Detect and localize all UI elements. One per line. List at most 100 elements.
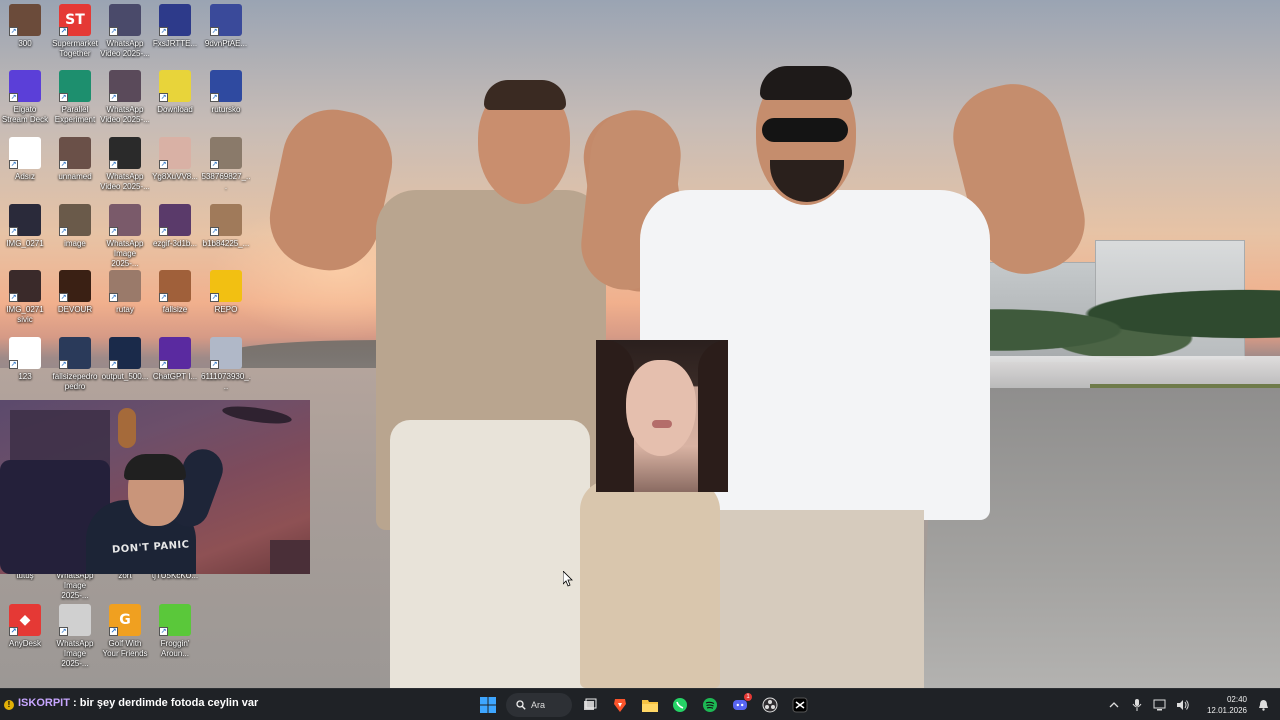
desktop-icon[interactable]: ↗ WhatsApp Video 2025-... [100,4,150,59]
room-light [270,540,310,574]
desktop-icon[interactable]: ↗ Froggin' Aroun... [150,604,200,659]
shortcut-arrow-icon: ↗ [109,93,118,102]
shortcut-arrow-icon: ↗ [9,227,18,236]
desktop-icon[interactable]: ↗ WhatsApp Image 2025-... [100,204,150,269]
desktop-icon[interactable]: ↗ rutay [100,270,150,315]
desktop-icon[interactable]: ◆ ↗ AnyDesk [0,604,50,649]
shortcut-arrow-icon: ↗ [59,93,68,102]
desktop-icon[interactable]: ↗ b1b84225_... [201,204,251,249]
desktop-icon-label: ChatGPT I... [152,372,198,381]
desktop-icon-label: DEVOUR [57,305,93,314]
system-tray: 02:40 12.01.2026 [1107,693,1270,717]
shortcut-arrow-icon: ↗ [109,627,118,636]
spotify-button[interactable] [698,693,722,717]
file-thumbnail-icon: ↗ [59,137,91,169]
capcut-button[interactable] [788,693,812,717]
microphone-icon [1132,699,1142,711]
desktop-icon-label: 6111073930_... [201,372,251,391]
desktop-icon-label: Parallel Experiment [54,105,96,124]
shortcut-arrow-icon: ↗ [59,227,68,236]
desktop-icon-label: Supermarket Together [52,39,98,58]
desktop-icon-label: FxsJRTTE... [152,39,198,48]
desktop-icon[interactable]: ↗ image [50,204,100,249]
file-explorer-button[interactable] [638,693,662,717]
desktop-icon[interactable]: G ↗ Golf With Your Friends [100,604,150,659]
desktop-icon[interactable]: ↗ WhatsApp Video 2025-... [100,137,150,192]
desktop-icon[interactable]: ↗ 9dvnPtAE... [201,4,251,49]
desktop-icon[interactable]: ↗ 538769827_... [201,137,251,192]
file-thumbnail-icon: ↗ [109,70,141,102]
shortcut-arrow-icon: ↗ [9,93,18,102]
desktop-icon[interactable]: ↗ Parallel Experiment [50,70,100,125]
girl-face-overlay [596,340,728,492]
desktop-icon[interactable]: ↗ ChatGPT I... [150,337,200,382]
desktop-icon[interactable]: ST ↗ Supermarket Together [50,4,100,59]
shortcut-arrow-icon: ↗ [59,293,68,302]
desktop-icon[interactable]: ↗ unnamed [50,137,100,182]
desktop-icon[interactable]: ↗ FxsJRTTE... [150,4,200,49]
taskbar-search[interactable]: Ara [506,693,572,717]
desktop-icon-label: 538769827_... [201,172,251,191]
desktop-icon[interactable]: ↗ fallsize [150,270,200,315]
desktop-icon[interactable]: ↗ fallsizepedro pedro [50,337,100,392]
desktop-icon[interactable]: ↗ WhatsApp Image 2025-... [50,604,100,669]
desktop-icon[interactable]: ↗ Elgato Stream Deck [0,70,50,125]
desktop-icon-label: image [64,239,86,248]
discord-button[interactable]: 1 [728,693,752,717]
desktop-icon-label: WhatsApp Image 2025-... [106,239,144,268]
whatsapp-button[interactable] [668,693,692,717]
desktop-icon-label: WhatsApp Video 2025-... [100,172,150,191]
file-thumbnail-icon: ↗ [159,137,191,169]
shortcut-arrow-icon: ↗ [159,360,168,369]
file-thumbnail-icon: ↗ [59,270,91,302]
desktop-icon[interactable]: ↗ Download [150,70,200,115]
taskbar: ! ISKORPIT : bir şey derdimde fotoda ceyl… [0,688,1280,720]
clock[interactable]: 02:40 12.01.2026 [1199,694,1247,716]
file-thumbnail-icon: ↗ [59,337,91,369]
desktop-icon[interactable]: ↗ 6111073930_... [201,337,251,392]
brave-button[interactable] [608,693,632,717]
file-thumbnail-icon: ↗ [159,70,191,102]
shortcut-arrow-icon: ↗ [210,360,219,369]
shortcut-arrow-icon: ↗ [159,27,168,36]
desktop-icon[interactable]: ↗ ezgif-3d1b... [150,204,200,249]
notifications-button[interactable] [1256,698,1270,712]
person-right-hair [760,66,852,100]
file-thumbnail-icon: ↗ [210,70,242,102]
shortcut-arrow-icon: ↗ [210,227,219,236]
folder-icon [642,700,658,712]
task-view-button[interactable] [578,693,602,717]
windows-icon [480,697,496,713]
desktop-icon-label: rutursko [211,105,241,114]
desktop-icon-label: unnamed [58,172,92,181]
file-thumbnail-icon: ↗ [9,137,41,169]
obs-button[interactable] [758,693,782,717]
shortcut-arrow-icon: ↗ [159,293,168,302]
desktop-icon-label: b1b84225_... [202,239,250,248]
shortcut-arrow-icon: ↗ [210,160,219,169]
show-hidden-icons-button[interactable] [1107,698,1121,712]
network-button[interactable] [1153,698,1167,712]
desktop-icon[interactable]: ↗ IMG_0271 sivic [0,270,50,325]
start-button[interactable] [476,693,500,717]
volume-button[interactable] [1176,698,1190,712]
desktop-icon[interactable]: ↗ output_500... [100,337,150,382]
desktop-icon[interactable]: ↗ DEVOUR [50,270,100,315]
desktop-icon[interactable]: ↗ REPO [201,270,251,315]
beanie [124,454,186,480]
desktop-icon[interactable]: ↗ 123 [0,337,50,382]
webcam-overlay: DON'T PANIC [0,400,310,574]
file-thumbnail-icon: ↗ [109,4,141,36]
desktop-icon[interactable]: ↗ 300 [0,4,50,49]
desktop-icon[interactable]: ↗ Yg8XuVV8... [150,137,200,182]
hair [698,340,728,492]
desktop-icon[interactable]: ↗ Adsız [0,137,50,182]
desktop-icon[interactable]: ↗ IMG_0271 [0,204,50,249]
desktop-icon[interactable]: ↗ WhatsApp Video 2025-... [100,70,150,125]
desktop-icon[interactable]: ↗ rutursko [201,70,251,115]
microphone-button[interactable] [1130,698,1144,712]
file-thumbnail-icon: ↗ [9,337,41,369]
chat-separator: : [73,697,77,709]
shortcut-arrow-icon: ↗ [109,360,118,369]
taskbar-apps: Ara 1 [476,693,812,717]
